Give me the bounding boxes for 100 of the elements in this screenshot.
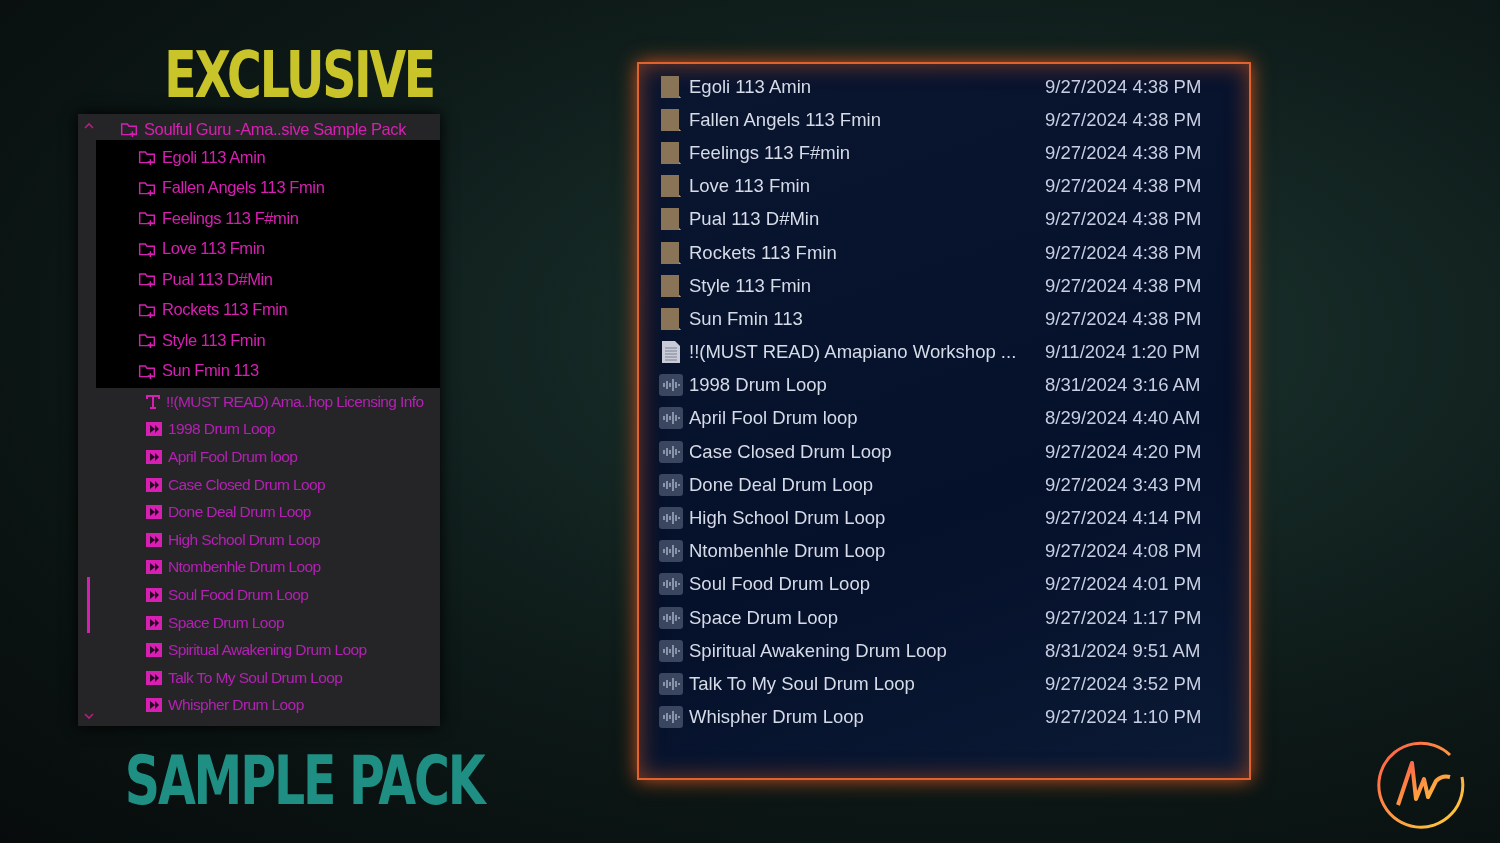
audio-file-icon bbox=[146, 643, 162, 658]
file-row[interactable]: Feelings 113 F#min 9/27/2024 4:38 PM bbox=[659, 136, 1249, 170]
file-row[interactable]: Talk To My Soul Drum Loop 9/27/2024 3:52 PM bbox=[659, 667, 1249, 701]
file-row[interactable]: April Fool Drum loop 8/29/2024 4:40 AM bbox=[659, 401, 1249, 436]
file-row[interactable]: Soul Food Drum Loop 9/27/2024 4:01 PM bbox=[659, 567, 1249, 601]
file-row[interactable]: Style 113 Fmin 9/27/2024 4:38 PM bbox=[659, 269, 1249, 303]
tree-item[interactable]: Whispher Drum Loop bbox=[96, 691, 440, 720]
audio-file-icon bbox=[146, 505, 162, 520]
tree-item[interactable]: Spiritual Awakening Drum Loop bbox=[96, 636, 440, 664]
tree-item[interactable]: Case Closed Drum Loop bbox=[96, 470, 440, 499]
file-name: Talk To My Soul Drum Loop bbox=[689, 672, 916, 695]
date-modified: 9/27/2024 4:38 PM bbox=[1045, 141, 1202, 164]
file-row[interactable]: Rockets 113 Fmin 9/27/2024 4:38 PM bbox=[659, 235, 1249, 270]
file-name: Done Deal Drum Loop bbox=[689, 473, 875, 496]
tree-item[interactable]: Sun Fmin 113 bbox=[138, 355, 440, 386]
audio-file-icon bbox=[659, 706, 683, 729]
file-row[interactable]: Egoli 113 Amin 9/27/2024 4:38 PM bbox=[659, 70, 1249, 104]
folder-name: Soulful Guru -Ama..sive Sample Pack bbox=[144, 119, 407, 139]
audio-file-icon bbox=[659, 473, 683, 496]
scroll-down-icon[interactable] bbox=[84, 713, 94, 720]
folder-icon bbox=[138, 270, 156, 289]
file-name: Spiritual Awakening Drum Loop bbox=[689, 639, 948, 662]
tree-item[interactable]: Pual 113 D#Min bbox=[138, 264, 440, 295]
folder-name: Sun Fmin 113 bbox=[162, 361, 259, 381]
audio-file-icon bbox=[659, 507, 683, 530]
folder-icon bbox=[659, 273, 683, 298]
date-modified: 9/27/2024 4:38 PM bbox=[1045, 175, 1202, 198]
tree-item[interactable]: Egoli 113 Amin bbox=[138, 142, 440, 173]
folder-icon bbox=[659, 140, 683, 165]
file-name: Whispher Drum Loop bbox=[168, 696, 304, 715]
file-name: !!(MUST READ) Ama..hop Licensing Info bbox=[166, 392, 424, 411]
tree-item[interactable]: Ntombenhle Drum Loop bbox=[96, 553, 440, 582]
audio-file-icon bbox=[659, 407, 683, 430]
tree-item[interactable]: Space Drum Loop bbox=[96, 608, 440, 637]
date-modified: 9/27/2024 4:08 PM bbox=[1045, 540, 1202, 563]
folder-name: Rockets 113 Fmin bbox=[162, 300, 288, 320]
tree-item[interactable]: Style 113 Fmin bbox=[138, 325, 440, 356]
scrollbar-thumb[interactable] bbox=[87, 577, 90, 633]
date-modified: 9/27/2024 4:14 PM bbox=[1045, 507, 1202, 530]
file-row[interactable]: Ntombenhle Drum Loop 9/27/2024 4:08 PM bbox=[659, 534, 1249, 568]
tree-item[interactable]: Rockets 113 Fmin bbox=[138, 294, 440, 325]
tree-item[interactable]: Feelings 113 F#min bbox=[138, 203, 440, 234]
file-name: Case Closed Drum Loop bbox=[689, 440, 893, 463]
date-modified: 9/27/2024 4:38 PM bbox=[1045, 208, 1202, 231]
date-modified: 9/27/2024 4:38 PM bbox=[1045, 75, 1202, 98]
audio-file-icon bbox=[146, 450, 162, 464]
tree-item[interactable]: Soulful Guru -Ama..sive Sample Pack bbox=[96, 118, 440, 140]
date-modified: 9/27/2024 1:10 PM bbox=[1045, 706, 1202, 729]
tree-item[interactable]: High School Drum Loop bbox=[96, 525, 440, 554]
folder-name: Pual 113 D#Min bbox=[162, 269, 273, 289]
file-name: Style 113 Fmin bbox=[689, 274, 812, 297]
file-row[interactable]: Sun Fmin 113 9/27/2024 4:38 PM bbox=[659, 302, 1249, 336]
file-row[interactable]: Fallen Angels 113 Fmin 9/27/2024 4:38 PM bbox=[659, 103, 1249, 137]
file-row[interactable]: !!(MUST READ) Amapiano Workshop ... 9/11/2024 1:20 PM bbox=[659, 335, 1249, 369]
file-name: High School Drum Loop bbox=[689, 507, 887, 530]
tree-item[interactable]: Fallen Angels 113 Fmin bbox=[138, 172, 440, 203]
folder-name: Love 113 Fmin bbox=[162, 239, 265, 259]
tree-item[interactable]: !!(MUST READ) Ama..hop Licensing Info bbox=[96, 388, 440, 416]
audio-file-icon bbox=[146, 698, 162, 713]
tree-item[interactable]: April Fool Drum loop bbox=[96, 443, 440, 471]
folder-name: Fallen Angels 113 Fmin bbox=[162, 178, 325, 198]
audio-file-icon bbox=[146, 477, 162, 492]
audio-file-icon bbox=[146, 422, 162, 437]
audio-file-icon bbox=[146, 532, 162, 547]
date-modified: 9/11/2024 1:20 PM bbox=[1045, 341, 1200, 364]
tree-item[interactable]: Soul Food Drum Loop bbox=[96, 581, 440, 609]
file-name: 1998 Drum Loop bbox=[168, 420, 276, 439]
headline: EXCLUSIVE bbox=[164, 40, 434, 114]
file-name: Whispher Drum Loop bbox=[689, 706, 865, 729]
audio-file-icon bbox=[659, 374, 683, 397]
audio-file-icon bbox=[659, 639, 683, 662]
file-row[interactable]: Space Drum Loop 9/27/2024 1:17 PM bbox=[659, 601, 1249, 635]
date-modified: 9/27/2024 4:38 PM bbox=[1045, 307, 1202, 330]
date-modified: 9/27/2024 4:38 PM bbox=[1045, 274, 1202, 297]
file-row[interactable]: Done Deal Drum Loop 9/27/2024 3:43 PM bbox=[659, 468, 1249, 502]
file-row[interactable]: Spiritual Awakening Drum Loop 8/31/2024 9:51 AM bbox=[659, 634, 1249, 668]
date-modified: 8/31/2024 3:16 AM bbox=[1045, 374, 1201, 397]
file-row[interactable]: Love 113 Fmin 9/27/2024 4:38 PM bbox=[659, 169, 1249, 203]
folder-icon bbox=[659, 240, 683, 265]
tree-item[interactable]: Love 113 Fmin bbox=[138, 233, 440, 264]
tree-item[interactable]: Talk To My Soul Drum Loop bbox=[96, 663, 440, 692]
date-modified: 9/27/2024 4:38 PM bbox=[1045, 108, 1202, 131]
file-row[interactable]: 1998 Drum Loop 8/31/2024 3:16 AM bbox=[659, 368, 1249, 402]
file-name: Rockets 113 Fmin bbox=[689, 241, 838, 264]
tree-item[interactable]: Done Deal Drum Loop bbox=[96, 498, 440, 526]
scroll-up-icon[interactable] bbox=[84, 122, 94, 129]
file-row[interactable]: Whispher Drum Loop 9/27/2024 1:10 PM bbox=[659, 700, 1249, 734]
date-modified: 9/27/2024 4:38 PM bbox=[1045, 241, 1202, 264]
file-name: 1998 Drum Loop bbox=[689, 374, 828, 397]
tree-item[interactable]: 1998 Drum Loop bbox=[96, 415, 440, 444]
date-modified: 9/27/2024 1:17 PM bbox=[1045, 606, 1202, 629]
file-name: Done Deal Drum Loop bbox=[168, 503, 311, 522]
audio-file-icon bbox=[659, 606, 683, 629]
file-row[interactable]: High School Drum Loop 9/27/2024 4:14 PM bbox=[659, 501, 1249, 535]
audio-file-icon bbox=[659, 540, 683, 563]
file-name: Sun Fmin 113 bbox=[689, 307, 804, 330]
file-row[interactable]: Pual 113 D#Min 9/27/2024 4:38 PM bbox=[659, 202, 1249, 236]
date-modified: 9/27/2024 4:20 PM bbox=[1045, 440, 1202, 463]
file-row[interactable]: Case Closed Drum Loop 9/27/2024 4:20 PM bbox=[659, 435, 1249, 469]
text-file-icon bbox=[146, 393, 160, 410]
